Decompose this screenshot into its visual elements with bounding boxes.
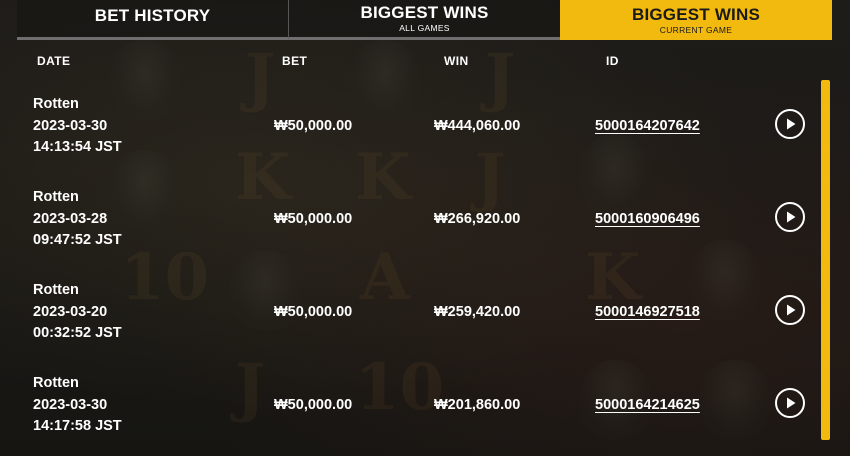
play-circle-icon — [787, 118, 796, 130]
game-name: Rotten — [33, 96, 79, 112]
time-value: 09:47:52 JST — [33, 232, 122, 248]
win-amount: ₩266,920.00 — [434, 211, 521, 227]
win-amount: ₩444,060.00 — [434, 118, 521, 134]
play-circle-icon — [787, 211, 796, 223]
column-header-bet: BET — [282, 54, 308, 68]
date-value: 2023-03-30 — [33, 396, 108, 413]
bet-amount: ₩50,000.00 — [274, 211, 353, 227]
replay-button[interactable] — [775, 295, 805, 325]
column-header-win: WIN — [444, 54, 469, 68]
column-header-id: ID — [606, 54, 619, 68]
bet-amount: ₩50,000.00 — [274, 304, 353, 320]
tab-sublabel: ALL GAMES — [399, 23, 450, 33]
time-value: 00:32:52 JST — [33, 325, 122, 341]
date-value: 2023-03-30 — [33, 117, 108, 134]
date-cell: Rotten 2023-03-28 09:47:52 JST — [33, 187, 122, 252]
round-id-link[interactable]: 5000164214625 — [595, 395, 700, 416]
round-id-link[interactable]: 5000160906496 — [595, 209, 700, 230]
tab-biggest-wins-current-game[interactable]: BIGGEST WINS CURRENT GAME — [560, 0, 832, 40]
game-name: Rotten — [33, 375, 79, 391]
time-value: 14:17:58 JST — [33, 418, 122, 434]
table-row: Rotten 2023-03-20 00:32:52 JST ₩50,000.0… — [0, 280, 850, 373]
play-circle-icon — [787, 304, 796, 316]
date-cell: Rotten 2023-03-20 00:32:52 JST — [33, 280, 122, 345]
date-cell: Rotten 2023-03-30 14:13:54 JST — [33, 94, 122, 159]
table-row: Rotten 2023-03-30 14:13:54 JST ₩50,000.0… — [0, 94, 850, 187]
tab-sublabel: CURRENT GAME — [659, 24, 733, 35]
play-circle-icon — [787, 397, 796, 409]
win-amount: ₩259,420.00 — [434, 304, 521, 320]
tab-biggest-wins-all-games[interactable]: BIGGEST WINS ALL GAMES — [288, 0, 560, 40]
date-value: 2023-03-28 — [33, 210, 108, 227]
table-row: Rotten 2023-03-30 14:17:58 JST ₩50,000.0… — [0, 373, 850, 456]
tab-label: BET HISTORY — [94, 5, 211, 25]
bet-amount: ₩50,000.00 — [274, 118, 353, 134]
tab-bar: BET HISTORY BIGGEST WINS ALL GAMES BIGGE… — [17, 0, 832, 40]
table-row: Rotten 2023-03-28 09:47:52 JST ₩50,000.0… — [0, 187, 850, 280]
replay-button[interactable] — [775, 109, 805, 139]
tab-bet-history[interactable]: BET HISTORY — [17, 0, 288, 40]
scrollbar-thumb[interactable] — [821, 80, 830, 440]
replay-button[interactable] — [775, 388, 805, 418]
win-amount: ₩201,860.00 — [434, 397, 521, 413]
game-name: Rotten — [33, 189, 79, 205]
column-header-date: DATE — [37, 54, 71, 68]
tab-label: BIGGEST WINS — [631, 4, 761, 24]
biggest-wins-panel: J J K K J 10 A K J 10 BET HISTORY BIGGES… — [0, 0, 850, 456]
replay-button[interactable] — [775, 202, 805, 232]
date-cell: Rotten 2023-03-30 14:17:58 JST — [33, 373, 122, 438]
time-value: 14:13:54 JST — [33, 139, 122, 155]
round-id-link[interactable]: 5000164207642 — [595, 116, 700, 137]
bet-amount: ₩50,000.00 — [274, 397, 353, 413]
game-name: Rotten — [33, 282, 79, 298]
round-id-link[interactable]: 5000146927518 — [595, 302, 700, 323]
date-value: 2023-03-20 — [33, 303, 108, 320]
tab-label: BIGGEST WINS — [360, 3, 489, 22]
